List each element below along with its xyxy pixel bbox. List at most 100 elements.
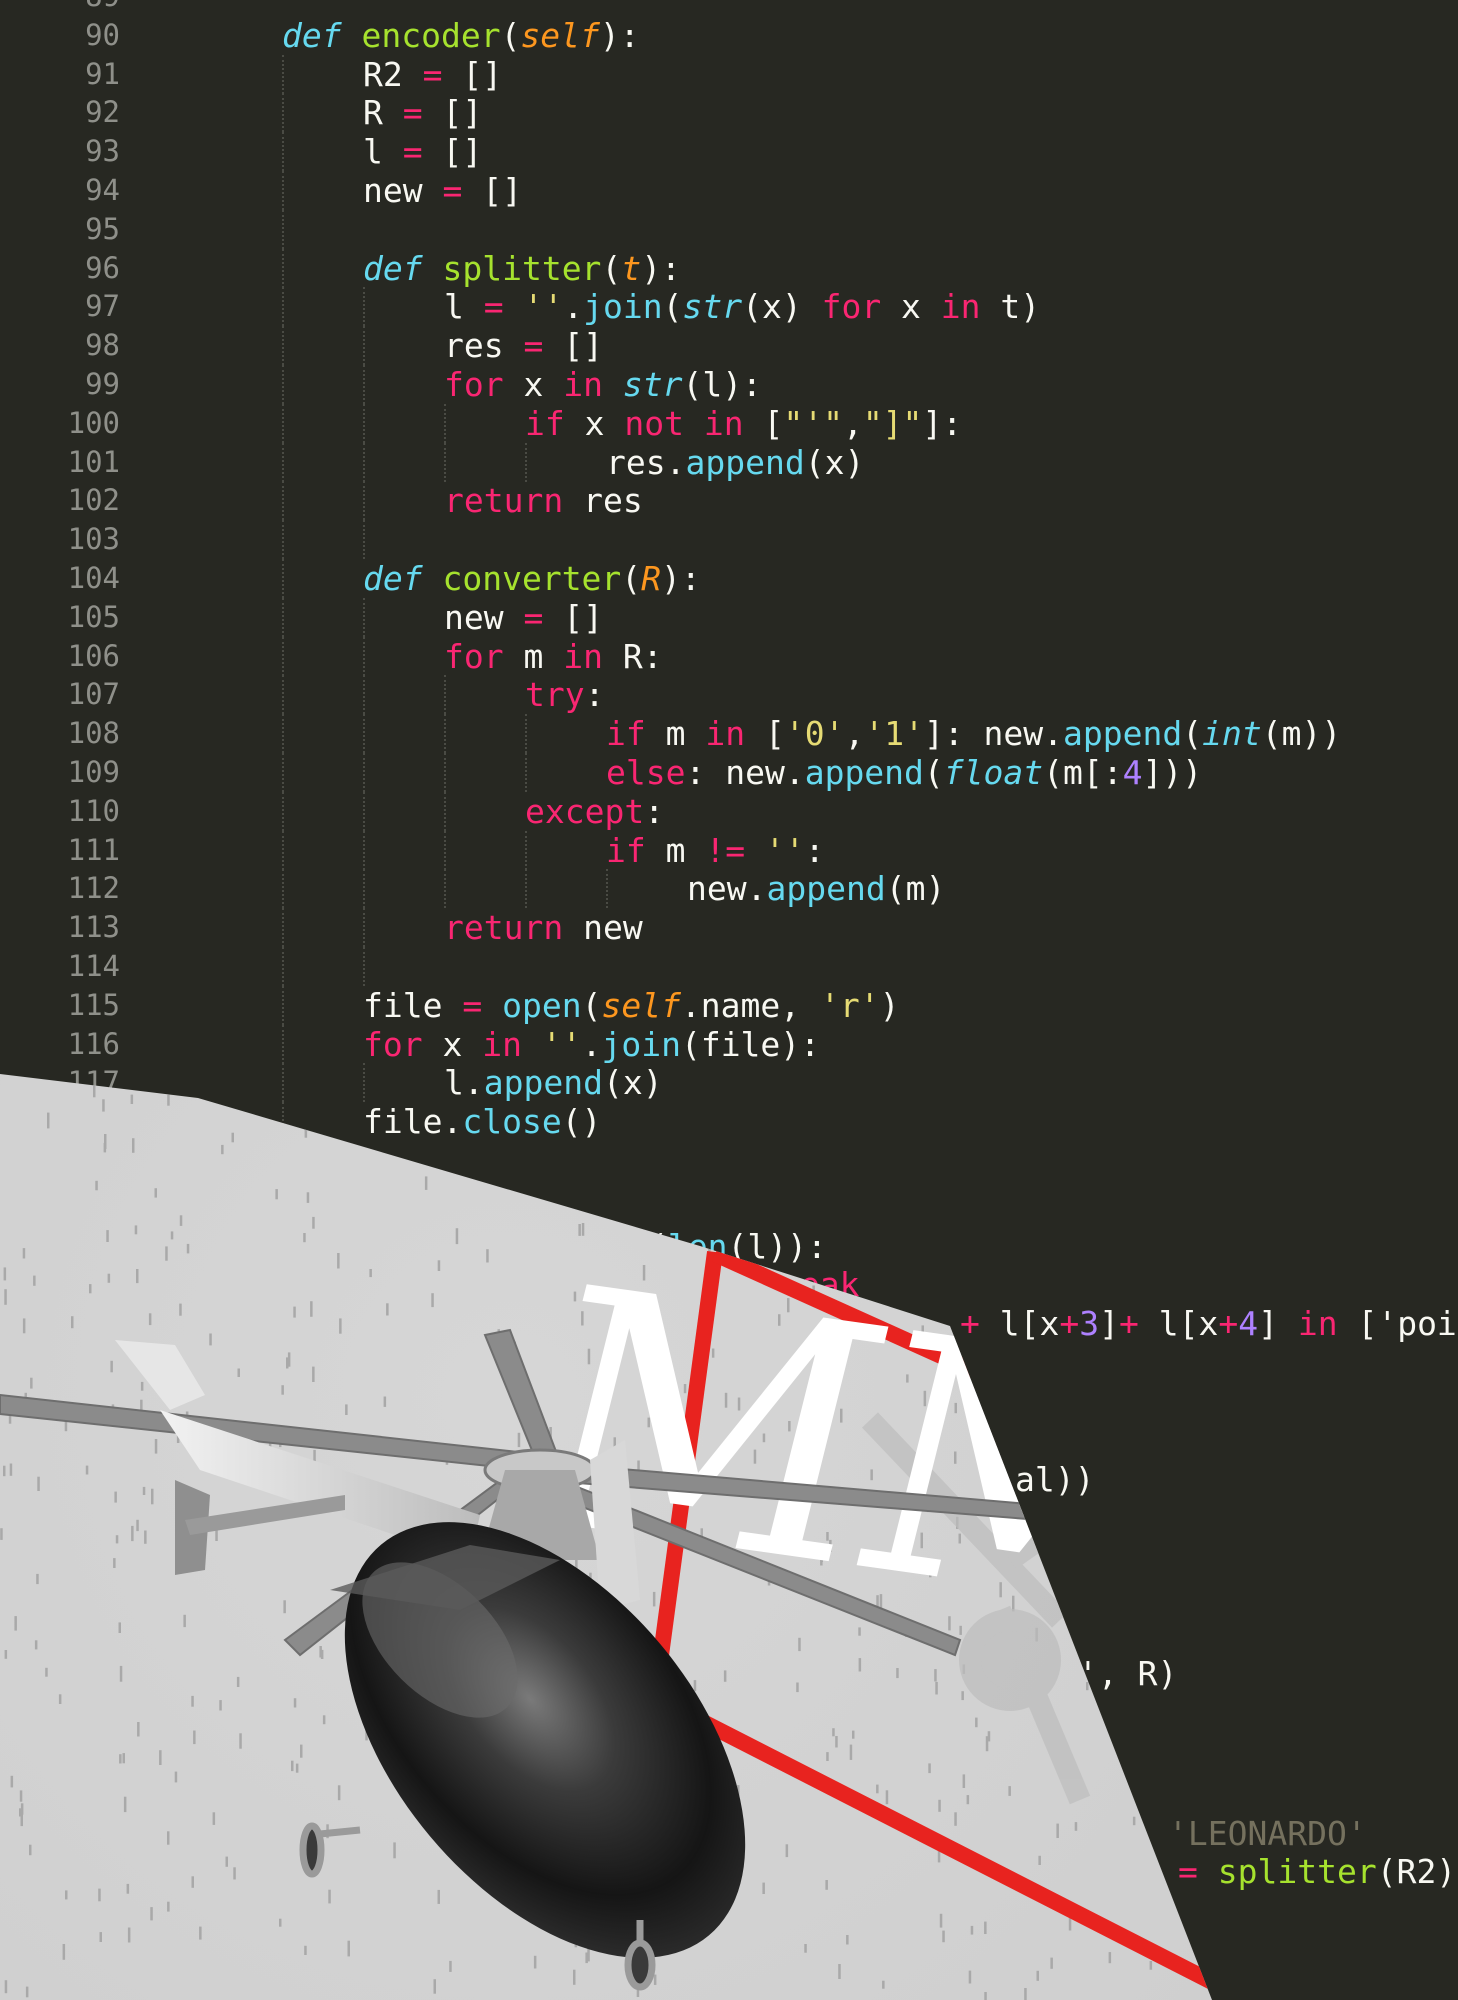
code-line[interactable]: 116 for x in ''.join(file):: [0, 1024, 1458, 1064]
indent-guide: [444, 714, 446, 754]
code-line[interactable]: 107 try:: [0, 675, 1458, 715]
code-line[interactable]: 115 file = open(self.name, 'r'): [0, 985, 1458, 1025]
speckle-mark: [45, 1667, 48, 1677]
code-token: +: [960, 1304, 980, 1343]
speckle-mark: [573, 1969, 576, 1985]
code-line[interactable]: 113 return new: [0, 908, 1458, 948]
speckle-mark: [293, 1698, 297, 1708]
code-token: l[x: [1138, 1304, 1219, 1343]
indent-guide: [282, 597, 284, 637]
speckle-mark: [934, 1669, 937, 1682]
code-line[interactable]: 92 R = []: [0, 93, 1458, 133]
speckle-mark: [984, 1921, 987, 1934]
code-line[interactable]: 106 for m in R:: [0, 636, 1458, 676]
indent-guide: [363, 287, 365, 327]
code-line[interactable]: 109 else: new.append(float(m[:4])): [0, 753, 1458, 792]
speckle-mark: [58, 1694, 62, 1704]
speckle-mark: [9, 1463, 13, 1476]
speckle-mark: [798, 1637, 801, 1652]
speckle-mark: [19, 1790, 23, 1802]
speckle-mark: [286, 1357, 289, 1369]
speckle-mark: [215, 1529, 218, 1541]
code-token: (l):: [682, 365, 762, 404]
code-line[interactable]: 89: [0, 0, 1458, 16]
indent-guide: [282, 1063, 284, 1103]
code-token: al)): [1015, 1460, 1095, 1499]
code-line[interactable]: 104 def converter(R):: [0, 559, 1458, 598]
code-line[interactable]: 93 l = []: [0, 132, 1458, 172]
speckle-mark: [835, 1736, 838, 1748]
indent-guide: [282, 481, 284, 521]
indent-guide: [363, 481, 365, 521]
speckle-mark: [30, 1377, 33, 1389]
code-line[interactable]: 94 new = []: [0, 171, 1458, 210]
line-number: 112: [67, 871, 120, 906]
speckle-mark: [85, 1465, 89, 1475]
speckle-mark: [1132, 1816, 1136, 1826]
code-line[interactable]: 101 res.append(x): [0, 442, 1458, 482]
code-line[interactable]: 114: [0, 947, 1458, 986]
speckle-mark: [962, 1774, 966, 1788]
speckle-mark: [337, 1253, 340, 1269]
code-token: ):: [599, 15, 640, 55]
code-line[interactable]: 90 def encoder(self):: [0, 16, 1458, 55]
code-line[interactable]: 100 if x not in ["'","]"]:: [0, 403, 1458, 443]
speckle-mark: [283, 1600, 286, 1614]
code-line[interactable]: 96 def splitter(t):: [0, 248, 1458, 288]
line-number: 89: [0, 0, 120, 16]
code-token: :: [584, 675, 605, 715]
code-token: x: [564, 403, 625, 443]
speckle-mark: [47, 1112, 50, 1129]
speckle-mark: [219, 1700, 222, 1711]
code-line[interactable]: 111 if m != '':: [0, 830, 1458, 870]
speckle-mark: [179, 1303, 182, 1316]
code-token: !=: [705, 830, 746, 870]
code-line[interactable]: 110 except:: [0, 791, 1458, 831]
speckle-mark: [130, 1094, 134, 1104]
code-token: '0': [784, 714, 845, 754]
speckle-mark: [393, 1842, 396, 1859]
code-token: =: [422, 54, 443, 94]
speckle-mark: [838, 1964, 841, 1979]
indent-guide: [444, 675, 446, 715]
code-line[interactable]: 105 new = []: [0, 597, 1458, 637]
speckle-mark: [36, 1573, 39, 1585]
speckle-mark: [1149, 1961, 1153, 1970]
code-token: in: [482, 1024, 522, 1064]
code-text: file.close(): [363, 1102, 601, 1141]
line-number: 107: [67, 677, 120, 712]
speckle-mark: [154, 1188, 157, 1198]
code-line[interactable]: 112 new.append(m): [0, 869, 1458, 909]
code-token: join: [583, 287, 663, 327]
line-number: 114: [67, 949, 120, 983]
speckle-mark: [191, 1695, 194, 1707]
indent-guide: [282, 869, 284, 909]
line-number: 97: [85, 289, 120, 324]
code-line[interactable]: 97 l = ''.join(str(x) for x in t): [0, 287, 1458, 327]
speckle-mark: [119, 1665, 123, 1682]
indent-guide: [444, 791, 446, 831]
speckle-mark: [424, 1176, 428, 1190]
code-line[interactable]: 117 l.append(x): [0, 1063, 1458, 1103]
code-token: (x): [804, 442, 865, 482]
speckle-mark: [984, 1992, 987, 2000]
code-token: [: [745, 714, 785, 754]
code-line[interactable]: 99 for x in str(l):: [0, 365, 1458, 404]
indent-guide: [525, 869, 527, 909]
code-line[interactable]: 91 R2 = []: [0, 54, 1458, 94]
speckle-mark: [102, 1099, 105, 1112]
speckle-mark: [225, 1856, 228, 1867]
line-number: 115: [67, 987, 120, 1022]
speckle-mark: [131, 1525, 134, 1542]
code-line[interactable]: 103: [0, 520, 1458, 560]
code-line[interactable]: 108 if m in ['0','1']: new.append(int(m)): [0, 714, 1458, 754]
speckle-mark: [107, 1273, 111, 1283]
indent-guide: [282, 171, 284, 210]
code-token: if: [606, 714, 646, 754]
code-line[interactable]: 102 return res: [0, 481, 1458, 521]
code-text: new.append(m): [687, 869, 945, 908]
code-line[interactable]: 98 res = []: [0, 326, 1458, 366]
code-line[interactable]: 95: [0, 209, 1458, 249]
